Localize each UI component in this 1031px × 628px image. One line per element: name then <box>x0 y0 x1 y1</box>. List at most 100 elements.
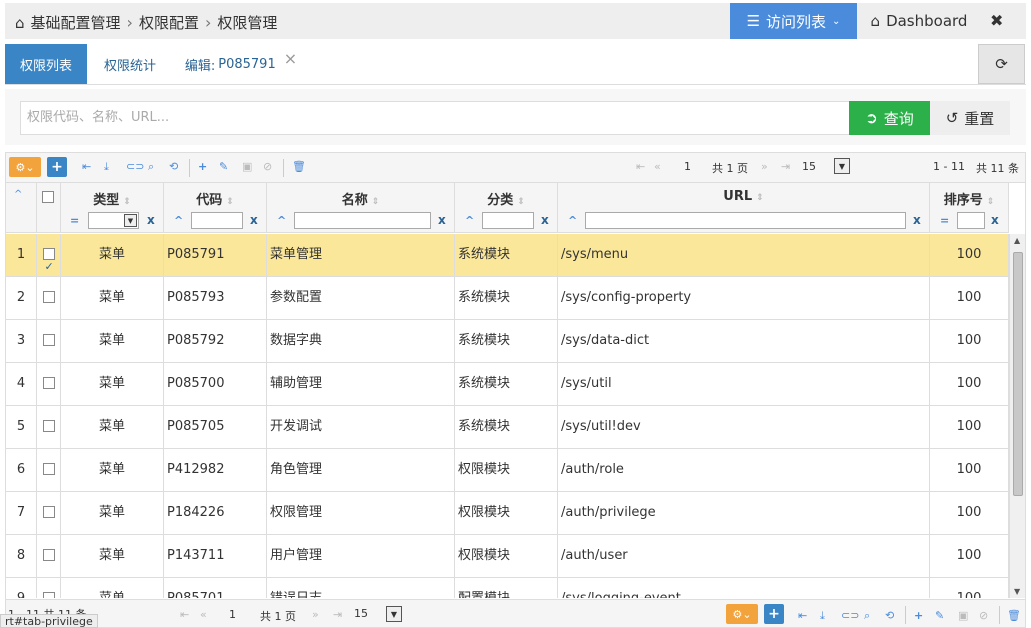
search-icon[interactable]: ⌕ <box>148 160 154 174</box>
header-collapse[interactable]: ^ <box>6 183 37 233</box>
row-select-checkbox[interactable] <box>42 548 55 561</box>
trash-icon[interactable]: 🗑 <box>292 160 306 173</box>
prev-page-icon[interactable]: « <box>200 608 207 621</box>
page-size[interactable]: 15 <box>354 607 368 620</box>
header-code[interactable]: 代码 ⇕ ^ x <box>164 183 267 233</box>
row-checkbox[interactable] <box>37 492 61 535</box>
link-icon[interactable]: ⊂⊃ <box>841 609 859 622</box>
header-type[interactable]: 类型 ⇕ = ▼ x <box>61 183 164 233</box>
row-checkbox[interactable] <box>37 234 61 277</box>
row-checkbox[interactable] <box>37 406 61 449</box>
table-row[interactable]: 5 菜单 P085705 开发调试 系统模块/sys/util!dev 100 <box>6 406 1009 449</box>
last-page-icon[interactable]: ⇥ <box>333 608 342 621</box>
row-select-checkbox[interactable] <box>42 376 55 389</box>
page-number[interactable]: 1 <box>684 160 691 173</box>
header-category[interactable]: 分类 ⇕ ^ x <box>455 183 558 233</box>
order-filter-input[interactable] <box>957 212 985 229</box>
prev-page-icon[interactable]: « <box>654 160 661 173</box>
ban-icon[interactable]: ⊘ <box>263 160 272 173</box>
first-page-icon[interactable]: ⇤ <box>636 160 645 173</box>
sort-icon[interactable]: ⇕ <box>517 197 525 207</box>
add-square-icon[interactable]: + <box>47 157 67 177</box>
filter-operator[interactable]: = <box>70 214 79 227</box>
sort-icon[interactable]: ⇕ <box>123 197 131 207</box>
search-input[interactable]: 权限代码、名称、URL... <box>20 101 850 135</box>
code-filter-input[interactable] <box>191 212 243 229</box>
first-icon[interactable]: ⇤ <box>82 160 91 173</box>
save-icon[interactable]: ▣ <box>242 160 252 173</box>
filter-operator[interactable]: = <box>940 214 949 227</box>
save-icon[interactable]: ▣ <box>958 609 968 622</box>
next-page-icon[interactable]: » <box>312 608 319 621</box>
breadcrumb-item[interactable]: 权限配置 <box>139 12 199 33</box>
clear-filter-button[interactable]: x <box>541 213 549 227</box>
table-row[interactable]: 8 菜单 P143711 用户管理 权限模块/auth/user 100 <box>6 535 1009 578</box>
sync-icon[interactable]: ⟲ <box>885 609 894 622</box>
filter-operator[interactable]: ^ <box>277 214 286 227</box>
page-number[interactable]: 1 <box>229 608 236 621</box>
table-row[interactable]: 9 菜单P085701错误日志配置模块/sys/logging-event100 <box>6 578 1009 598</box>
close-icon[interactable]: ✖ <box>990 11 1003 30</box>
download-icon[interactable]: ⤓ <box>820 609 825 623</box>
plus-icon[interactable]: + <box>198 160 207 173</box>
row-checkbox[interactable] <box>37 363 61 406</box>
name-filter-input[interactable] <box>294 212 431 229</box>
add-square-icon[interactable]: + <box>764 604 784 624</box>
row-select-checkbox[interactable] <box>42 246 55 277</box>
row-checkbox[interactable] <box>37 277 61 320</box>
row-checkbox[interactable] <box>37 449 61 492</box>
url-filter-input[interactable] <box>585 212 906 229</box>
page-size-select[interactable]: ▼ <box>834 158 850 174</box>
tab-close-icon[interactable]: × <box>284 49 297 68</box>
first-page-icon[interactable]: ⇤ <box>180 608 189 621</box>
tab-privilege-stats[interactable]: 权限统计 <box>87 44 173 84</box>
header-order[interactable]: 排序号 ⇕ = x <box>930 183 1009 233</box>
dashboard-button[interactable]: ⌂ Dashboard <box>857 3 981 39</box>
breadcrumb-item[interactable]: 基础配置管理 <box>31 12 121 33</box>
table-row[interactable]: 4 菜单 P085700 辅助管理 系统模块/sys/util 100 <box>6 363 1009 406</box>
sort-icon[interactable]: ⇕ <box>372 197 380 207</box>
settings-dropdown-button[interactable]: ⚙⌄ <box>726 604 758 624</box>
clear-filter-button[interactable]: x <box>147 213 155 227</box>
clear-filter-button[interactable]: x <box>913 213 921 227</box>
filter-operator[interactable]: ^ <box>174 214 183 227</box>
type-filter-select[interactable]: ▼ <box>88 212 139 229</box>
row-checkbox[interactable] <box>37 578 61 598</box>
row-checkbox[interactable] <box>37 535 61 578</box>
tab-edit[interactable]: 编辑: P085791 × <box>181 44 301 84</box>
link-icon[interactable]: ⊂⊃ <box>126 160 144 173</box>
select-all-checkbox[interactable] <box>42 191 54 203</box>
query-button[interactable]: ➲ 查询 <box>849 101 930 135</box>
row-select-checkbox[interactable] <box>42 290 55 303</box>
sort-icon[interactable]: ⇕ <box>987 197 995 207</box>
page-size-select[interactable]: ▼ <box>386 606 402 622</box>
filter-operator[interactable]: ^ <box>568 214 577 227</box>
first-icon[interactable]: ⇤ <box>798 609 807 622</box>
row-select-checkbox[interactable] <box>42 591 55 598</box>
last-page-icon[interactable]: ⇥ <box>781 160 790 173</box>
scroll-thumb[interactable] <box>1013 252 1023 496</box>
ban-icon[interactable]: ⊘ <box>979 609 988 622</box>
scroll-up-icon[interactable]: ▲ <box>1014 236 1020 245</box>
trash-icon[interactable]: 🗑 <box>1007 609 1021 622</box>
settings-dropdown-button[interactable]: ⚙⌄ <box>9 157 41 177</box>
clear-filter-button[interactable]: x <box>250 213 258 227</box>
edit-icon[interactable]: ✎ <box>935 609 944 622</box>
row-select-checkbox[interactable] <box>42 419 55 432</box>
sort-icon[interactable]: ⇕ <box>756 193 764 203</box>
row-select-checkbox[interactable] <box>42 505 55 518</box>
table-row[interactable]: 7 菜单 P184226 权限管理 权限模块/auth/privilege 100 <box>6 492 1009 535</box>
header-name[interactable]: 名称 ⇕ ^ x <box>267 183 455 233</box>
sort-icon[interactable]: ⇕ <box>226 197 234 207</box>
header-url[interactable]: URL ⇕ ^ x <box>558 183 930 233</box>
table-row[interactable]: 2 菜单 P085793 参数配置 系统模块/sys/config-property 10… <box>6 277 1009 320</box>
table-row[interactable]: 3 菜单 P085792 数据字典 系统模块/sys/data-dict 100 <box>6 320 1009 363</box>
clear-filter-button[interactable]: x <box>438 213 446 227</box>
category-filter-input[interactable] <box>482 212 534 229</box>
visit-list-button[interactable]: ☰ 访问列表 ⌄ <box>730 3 857 39</box>
row-select-checkbox[interactable] <box>42 462 55 475</box>
sync-icon[interactable]: ⟲ <box>169 160 178 173</box>
row-checkbox[interactable] <box>37 320 61 363</box>
edit-icon[interactable]: ✎ <box>219 160 228 173</box>
row-select-checkbox[interactable] <box>42 333 55 346</box>
